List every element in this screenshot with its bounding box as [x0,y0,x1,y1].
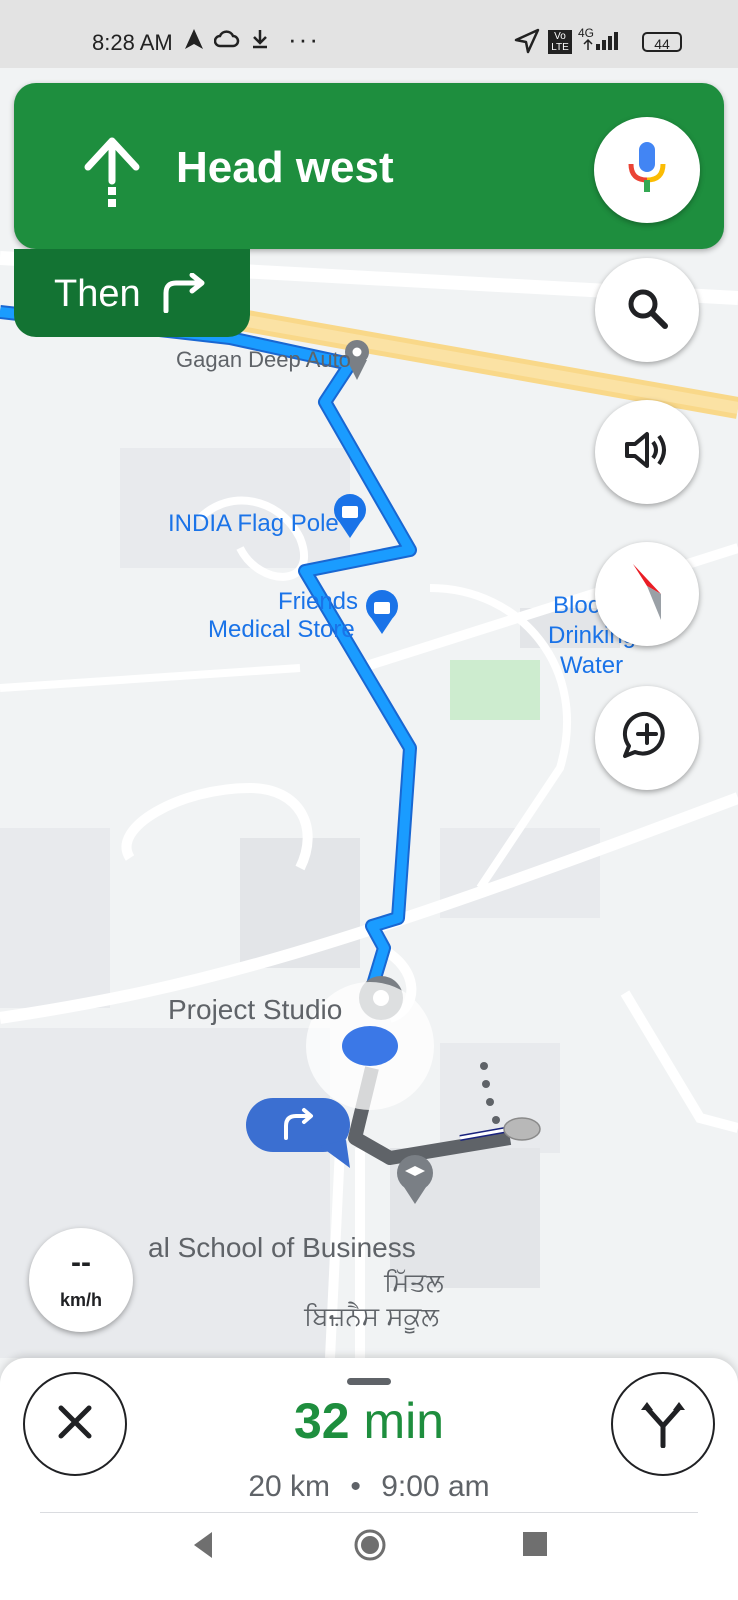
compass-icon [627,560,667,629]
more-notifications: ··· [288,24,320,54]
home-icon[interactable] [353,1528,387,1567]
then-panel[interactable]: Then [14,249,250,337]
map-label-gagan-deep-auto: Gagan Deep Auto [176,347,351,372]
route-split-icon [637,1396,689,1453]
search-button[interactable] [595,258,699,362]
volume-icon [623,428,671,477]
cloud-icon [213,28,240,56]
duration-value: 32 [293,1393,350,1449]
map-label-water: Water [560,652,624,679]
volume-button[interactable] [595,400,699,504]
map-label-school: al School of Business [148,1232,416,1263]
speedometer: -- km/h [29,1228,133,1332]
signal-icon [582,28,626,60]
search-icon [625,286,669,335]
voice-search-button[interactable] [594,117,700,223]
compass-button[interactable] [595,542,699,646]
speed-unit: km/h [59,1290,102,1310]
map-label-india-flag-pole: INDIA Flag Pole [168,510,339,537]
mic-icon [627,140,667,201]
duration-unit: min [363,1393,445,1449]
sheet-drag-handle[interactable] [347,1378,391,1385]
direction-title: Head west [176,143,394,192]
then-label: Then [54,273,141,315]
location-icon [514,28,540,60]
alternate-routes-button[interactable] [611,1372,715,1476]
navigation-arrow-icon [184,28,204,56]
status-bar: 8:28 AM ··· Vo LTE 4G 44 [0,0,738,68]
battery-indicator: 44 [642,32,682,52]
download-icon [250,28,270,56]
straight-arrow-icon [82,135,142,220]
map-label-project-studio: Project Studio [168,994,343,1025]
turn-right-icon [163,273,205,313]
map-label-medical-store: Medical Store [208,616,355,643]
map-label-punjabi-2: ਬਿਜ਼ਨੈਸ ਸਕੂਲ [304,1301,439,1331]
recents-icon[interactable] [523,1532,547,1561]
back-icon[interactable] [192,1530,216,1565]
system-navigation-bar [0,1512,738,1600]
map-label-punjabi-1: ਮਿੱਤਲ [384,1267,444,1297]
add-report-icon [621,710,673,767]
add-report-button[interactable] [595,686,699,790]
trip-details: 20 km • 9:00 am [0,1470,738,1504]
trip-arrival: 9:00 am [381,1470,490,1503]
trip-separator: • [350,1470,361,1503]
trip-distance: 20 km [248,1470,331,1503]
volte-icon: Vo LTE [548,30,572,54]
speed-value: -- [71,1246,91,1279]
status-time: 8:28 AM [92,30,173,55]
